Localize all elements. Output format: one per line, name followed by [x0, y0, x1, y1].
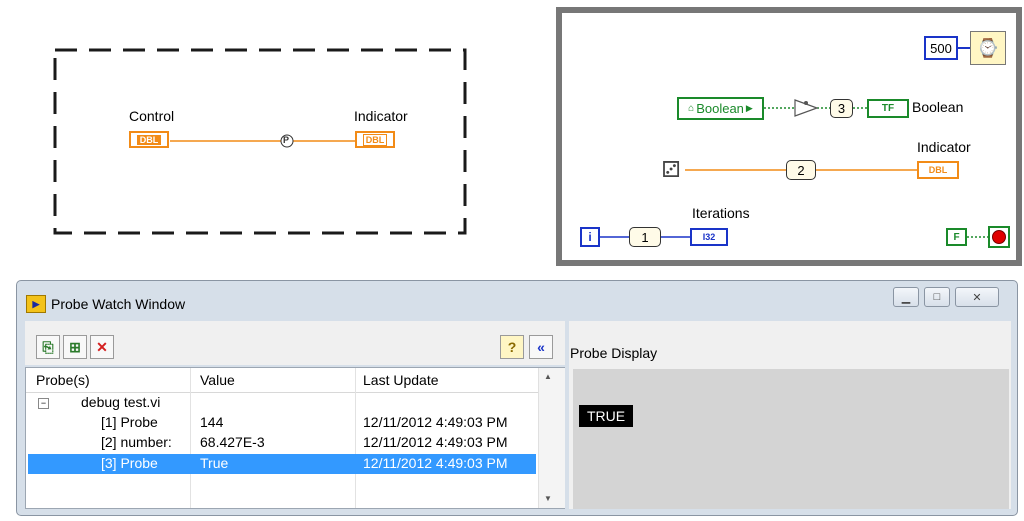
minimize-button[interactable]: ▁ [893, 287, 919, 307]
iteration-terminal-label: i [588, 230, 592, 244]
loop-indicator-terminal[interactable]: DBL [917, 161, 959, 179]
boolean-indicator-label: Boolean [912, 99, 964, 115]
probe-2-marker[interactable]: 2 [786, 160, 816, 180]
delete-probe-icon[interactable]: ✕ [90, 335, 114, 359]
row-last-update: 12/11/2012 4:49:03 PM [363, 455, 508, 471]
boolean-local-variable[interactable]: ⌂ Boolean ▶ [677, 97, 764, 120]
iteration-terminal[interactable]: i [580, 227, 600, 247]
tree-root-vi[interactable]: debug test.vi [81, 394, 160, 410]
row-value: 144 [200, 414, 224, 430]
probe-display-value: TRUE [579, 405, 634, 427]
collapse-display-icon[interactable]: « [529, 335, 553, 359]
home-icon: ⌂ [688, 103, 695, 114]
wait-ms-value: 500 [930, 40, 952, 56]
loop-indicator-label: Indicator [917, 139, 971, 155]
false-constant-label: F [953, 231, 960, 243]
probe-list[interactable]: Probe(s) Value Last Update − debug test.… [25, 367, 565, 509]
column-header-value[interactable]: Value [200, 372, 235, 388]
row-value: 68.427E-3 [200, 434, 265, 450]
row-probe-name: [1] Probe [101, 414, 158, 430]
arrow-icon: ▶ [745, 103, 753, 113]
wait-ms-constant[interactable]: 500 [924, 36, 958, 60]
probe-1-number: 1 [641, 229, 649, 245]
probe-display-title: Probe Display [570, 345, 658, 361]
table-row[interactable]: [1] Probe 144 12/11/2012 4:49:03 PM [26, 413, 538, 433]
close-button[interactable]: ✕ [955, 287, 999, 307]
probe-1-marker[interactable]: 1 [629, 227, 661, 247]
iterations-label: Iterations [692, 205, 750, 221]
row-probe-name: [3] Probe [101, 455, 158, 471]
row-value: True [200, 455, 229, 471]
help-icon[interactable]: ? [500, 335, 524, 359]
window-title: Probe Watch Window [51, 296, 186, 312]
probe-2-number: 2 [797, 162, 805, 178]
false-constant[interactable]: F [946, 228, 967, 246]
tree-collapse-icon[interactable]: − [38, 398, 49, 409]
iterations-type: I32 [702, 232, 716, 242]
stop-condition-icon[interactable] [988, 226, 1010, 248]
header-divider [26, 392, 538, 393]
boolean-indicator-terminal[interactable]: TF [867, 99, 909, 118]
random-number-icon[interactable]: ⚂ [658, 155, 684, 185]
wait-timer-icon[interactable]: ⌚ [970, 31, 1006, 65]
table-row[interactable]: [2] number: 68.427E-3 12/11/2012 4:49:03… [26, 433, 538, 453]
maximize-button[interactable]: □ [924, 287, 950, 307]
scroll-up-icon[interactable]: ▲ [544, 372, 552, 381]
row-last-update: 12/11/2012 4:49:03 PM [363, 434, 508, 450]
column-header-probes[interactable]: Probe(s) [36, 372, 90, 388]
retain-values-icon[interactable]: ⊞ [63, 335, 87, 359]
loop-indicator-type: DBL [928, 165, 948, 175]
scroll-down-icon[interactable]: ▼ [544, 494, 552, 503]
probe-3-marker[interactable]: 3 [830, 99, 853, 118]
boolean-indicator-type: TF [881, 103, 895, 114]
probe-display-area [573, 369, 1009, 509]
column-header-last-update[interactable]: Last Update [363, 372, 439, 388]
open-probe-icon[interactable]: ⎘ [36, 335, 60, 359]
iterations-terminal[interactable]: I32 [690, 228, 728, 246]
row-probe-name: [2] number: [101, 434, 172, 450]
boolean-local-label: Boolean [696, 101, 744, 116]
probe-3-number: 3 [837, 101, 846, 116]
table-row-selected[interactable]: [3] Probe True 12/11/2012 4:49:03 PM [28, 454, 536, 474]
row-last-update: 12/11/2012 4:49:03 PM [363, 414, 508, 430]
vertical-scrollbar[interactable] [538, 368, 565, 508]
while-loop-diagram [556, 7, 1022, 266]
probe-watch-window: ▶ Probe Watch Window ▁ □ ✕ ⎘ ⊞ ✕ ? « Pro… [16, 280, 1018, 516]
labview-app-icon: ▶ [26, 295, 46, 313]
